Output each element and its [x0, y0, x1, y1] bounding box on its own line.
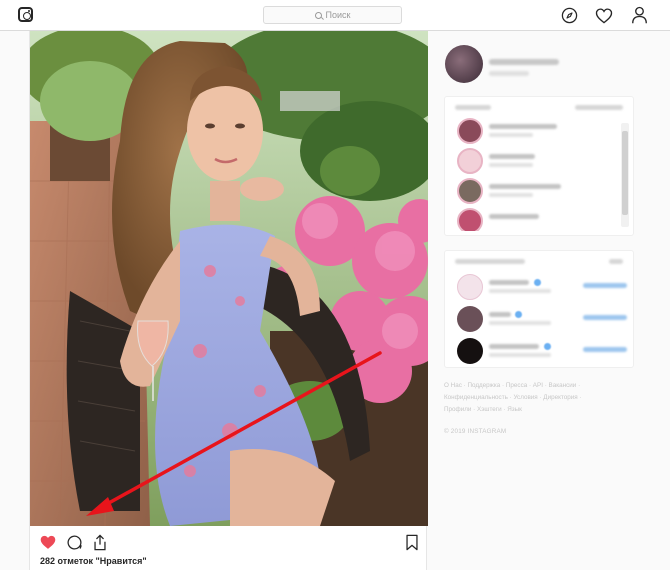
story-name-blurred	[489, 214, 539, 219]
suggestion-sub-blurred	[489, 321, 551, 325]
watch-all-link-blurred[interactable]	[575, 105, 623, 110]
footer-links-line[interactable]: О Нас · Поддержка · Пресса · API · Вакан…	[444, 380, 624, 392]
follow-button[interactable]	[583, 315, 627, 320]
story-item[interactable]	[445, 205, 635, 231]
story-item[interactable]	[445, 115, 635, 145]
fullname-blurred	[489, 71, 529, 76]
verified-badge-icon	[534, 279, 541, 286]
suggestion-sub-blurred	[489, 289, 551, 293]
suggestion-item[interactable]	[445, 335, 635, 365]
suggestion-item[interactable]	[445, 271, 635, 301]
follow-button[interactable]	[583, 283, 627, 288]
footer-links-line[interactable]: Профили · Хэштеги · Язык	[444, 404, 624, 416]
photo-illustration	[30, 31, 428, 526]
avatar	[457, 338, 483, 364]
heart-outline-icon[interactable]	[595, 6, 613, 24]
story-time-blurred	[489, 163, 533, 167]
verified-badge-icon	[544, 343, 551, 350]
all-link-blurred[interactable]	[609, 259, 623, 264]
username-blurred	[489, 59, 559, 65]
comment-icon[interactable]	[64, 532, 84, 552]
heart-filled-icon[interactable]	[38, 532, 58, 552]
avatar	[457, 148, 483, 174]
share-icon[interactable]	[90, 532, 110, 552]
follow-button[interactable]	[583, 347, 627, 352]
copyright: © 2019 INSTAGRAM	[444, 428, 507, 435]
stories-scrollbar[interactable]	[621, 123, 629, 227]
story-name-blurred	[489, 124, 557, 129]
search-icon	[314, 11, 322, 19]
story-item[interactable]	[445, 145, 635, 175]
avatar	[457, 178, 483, 204]
bookmark-icon[interactable]	[402, 532, 422, 552]
suggestion-sub-blurred	[489, 353, 551, 357]
footer-links[interactable]: О Нас · Поддержка · Пресса · API · Вакан…	[444, 380, 624, 416]
avatar	[457, 274, 483, 300]
profile-icon[interactable]	[630, 6, 648, 24]
sidebar: О Нас · Поддержка · Пресса · API · Вакан…	[444, 40, 634, 450]
suggestion-name-blurred	[489, 280, 529, 285]
instagram-logo-icon[interactable]	[18, 7, 33, 22]
avatar	[457, 306, 483, 332]
search-input[interactable]: Поиск	[263, 6, 402, 24]
avatar[interactable]	[445, 45, 483, 83]
verified-badge-icon	[515, 311, 522, 318]
suggestions-title-blurred	[455, 259, 525, 264]
footer-links-line[interactable]: Конфиденциальность · Условия · Директори…	[444, 392, 624, 404]
stories-title-blurred	[455, 105, 491, 110]
avatar	[457, 208, 483, 231]
story-item[interactable]	[445, 175, 635, 205]
stories-panel	[444, 96, 634, 236]
likes-count[interactable]: 282 отметок "Нравится"	[40, 556, 147, 566]
story-time-blurred	[489, 133, 533, 137]
suggestion-name-blurred	[489, 312, 511, 317]
story-name-blurred	[489, 154, 535, 159]
suggestions-panel	[444, 250, 634, 368]
top-navigation-bar: Поиск	[0, 0, 670, 31]
story-name-blurred	[489, 184, 561, 189]
search-placeholder: Поиск	[325, 10, 351, 20]
suggestion-name-blurred	[489, 344, 539, 349]
post-photo[interactable]	[30, 31, 428, 526]
avatar	[457, 118, 483, 144]
suggestion-item[interactable]	[445, 303, 635, 333]
story-time-blurred	[489, 193, 533, 197]
compass-icon[interactable]	[560, 6, 578, 24]
post-card: 282 отметок "Нравится"	[29, 31, 428, 570]
post-actions: 282 отметок "Нравится"	[30, 526, 428, 570]
